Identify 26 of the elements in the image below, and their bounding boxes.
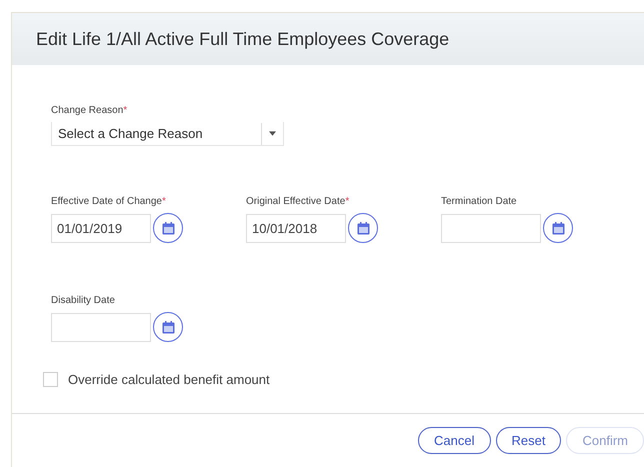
dialog-title: Edit Life 1/All Active Full Time Employees Coverage — [36, 28, 450, 50]
calendar-icon — [162, 222, 174, 234]
field-label: Change Reason — [51, 105, 124, 116]
change-reason-select[interactable]: Select a Change Reason — [51, 122, 284, 146]
calendar-button[interactable] — [153, 312, 183, 342]
required-mark: * — [162, 196, 166, 207]
field-label: Original Effective Date — [246, 196, 346, 207]
calendar-icon — [356, 222, 370, 234]
calendar-icon — [552, 222, 564, 234]
calendar-button[interactable] — [348, 213, 378, 243]
date-field[interactable] — [441, 214, 541, 242]
field-label: Effective Date of Change — [51, 196, 162, 207]
calendar-icon — [162, 320, 174, 334]
checkbox[interactable] — [43, 372, 58, 387]
checkbox-label: Override calculated benefit amount — [68, 372, 270, 387]
field-label: Disability Date — [51, 295, 115, 306]
calendar-button[interactable] — [543, 213, 573, 243]
reset-button[interactable]: Reset — [496, 427, 562, 454]
required-mark: * — [345, 196, 350, 207]
field-label: Termination Date — [441, 196, 517, 207]
date-field[interactable]: 01/01/2019 — [51, 214, 151, 242]
date-field[interactable] — [51, 312, 151, 342]
calendar-button[interactable] — [153, 213, 183, 243]
required-mark: * — [123, 105, 128, 116]
date-field[interactable]: 10/01/2018 — [246, 214, 346, 242]
cancel-button[interactable]: Cancel — [418, 427, 491, 454]
